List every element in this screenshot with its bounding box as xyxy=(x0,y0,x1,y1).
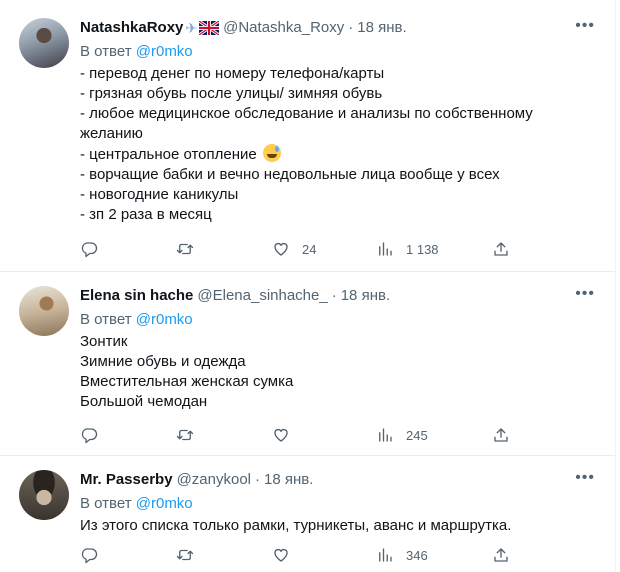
separator-dot: · xyxy=(348,19,354,36)
reply-prefix: В ответ xyxy=(80,311,132,328)
tweet-line: - перевод денег по номеру телефона/карты xyxy=(80,65,385,82)
reply-feed: NatashkaRoxy ✈ @Natashka_Roxy · 18 янв. … xyxy=(0,0,616,572)
views-count: 1 138 xyxy=(406,241,439,257)
tweet-text: Зонтик Зимние обувь и одежда Вместительн… xyxy=(80,332,597,412)
views-button[interactable]: 1 138 xyxy=(376,240,439,258)
author-handle[interactable]: @Elena_sinhache_ xyxy=(197,286,327,306)
action-bar: 24 1 138 xyxy=(80,239,510,259)
tweet-line: - ворчащие бабки и вечно недовольные лиц… xyxy=(80,166,500,183)
airplane-icon: ✈ xyxy=(185,20,198,36)
reply-icon xyxy=(81,428,98,444)
views-button[interactable]: 346 xyxy=(376,546,428,564)
reply-context: В ответ @r0mko xyxy=(80,310,597,330)
tweet-header: NatashkaRoxy ✈ @Natashka_Roxy · 18 янв. … xyxy=(80,18,597,38)
reply-button[interactable] xyxy=(80,546,98,564)
tweet-line: Из этого списка только рамки, турникеты,… xyxy=(80,517,512,534)
share-button[interactable] xyxy=(492,546,510,564)
reply-mention-link[interactable]: @r0mko xyxy=(136,495,193,512)
like-button[interactable]: 24 xyxy=(272,240,316,258)
tweet-line-with-emoji: - центральное отопление xyxy=(80,144,597,165)
retweet-icon xyxy=(176,243,194,255)
action-bar: 346 xyxy=(80,545,510,565)
reply-button[interactable] xyxy=(80,240,98,258)
tweet-item[interactable]: Mr. Passerby @zanykool · 18 янв. ••• В о… xyxy=(0,456,615,572)
more-icon[interactable]: ••• xyxy=(575,470,595,486)
heart-icon xyxy=(274,548,288,562)
tweet-line: - центральное отопление xyxy=(80,146,257,163)
views-button[interactable]: 245 xyxy=(376,426,428,444)
tweet-line: желанию xyxy=(80,125,143,142)
reply-prefix: В ответ xyxy=(80,43,132,60)
tweet-line: - грязная обувь после улицы/ зимняя обув… xyxy=(80,85,383,102)
avatar[interactable] xyxy=(19,18,69,68)
tweet-item[interactable]: Elena sin hache @Elena_sinhache_ · 18 ян… xyxy=(0,272,615,456)
separator-dot: · xyxy=(255,471,260,488)
retweet-icon xyxy=(176,549,194,561)
name-emoji: ✈ xyxy=(185,18,220,38)
views-count: 346 xyxy=(406,547,428,563)
author-name[interactable]: Elena sin hache xyxy=(80,286,193,306)
tweet-line: - зп 2 раза в месяц xyxy=(80,206,212,223)
avatar[interactable] xyxy=(19,470,69,520)
tweet-line: Зимние обувь и одежда xyxy=(80,353,246,370)
uk-flag-icon xyxy=(199,21,220,35)
reply-mention-link[interactable]: @r0mko xyxy=(136,43,193,60)
reply-mention-link[interactable]: @r0mko xyxy=(136,311,193,328)
tweet-line: Зонтик xyxy=(80,333,128,350)
author-name[interactable]: NatashkaRoxy xyxy=(80,18,183,38)
avatar[interactable] xyxy=(19,286,69,336)
author-name[interactable]: Mr. Passerby xyxy=(80,470,173,490)
reply-context: В ответ @r0mko xyxy=(80,42,597,62)
tweet-header: Mr. Passerby @zanykool · 18 янв. ••• xyxy=(80,470,597,490)
like-count: 24 xyxy=(302,241,317,257)
share-button[interactable] xyxy=(492,426,510,444)
heart-icon xyxy=(274,428,288,442)
tweet-line: - любое медицинское обследование и анали… xyxy=(80,105,533,122)
views-count: 245 xyxy=(406,427,428,443)
retweet-button[interactable] xyxy=(176,426,194,444)
heart-icon xyxy=(274,242,288,256)
separator-dot: · xyxy=(331,287,337,304)
tweet-text: Из этого списка только рамки, турникеты,… xyxy=(80,516,597,536)
retweet-button[interactable] xyxy=(176,546,194,564)
share-icon xyxy=(494,428,508,442)
tweet-header: Elena sin hache @Elena_sinhache_ · 18 ян… xyxy=(80,286,597,306)
share-icon xyxy=(494,548,508,562)
tweet-date[interactable]: 18 янв. xyxy=(341,286,390,306)
more-icon[interactable]: ••• xyxy=(575,18,595,34)
reply-icon xyxy=(81,242,98,258)
author-handle[interactable]: @Natashka_Roxy xyxy=(223,18,344,38)
share-button[interactable] xyxy=(492,240,510,258)
reply-button[interactable] xyxy=(80,426,98,444)
tweet-item[interactable]: NatashkaRoxy ✈ @Natashka_Roxy · 18 янв. … xyxy=(0,0,615,272)
tweet-line: Вместительная женская сумка xyxy=(80,373,294,390)
views-icon xyxy=(379,428,392,442)
reply-prefix: В ответ xyxy=(80,495,132,512)
views-icon xyxy=(379,548,392,562)
retweet-button[interactable] xyxy=(176,240,194,258)
views-icon xyxy=(379,242,392,256)
reply-icon xyxy=(81,548,98,564)
tweet-date[interactable]: 18 янв. xyxy=(357,18,406,38)
reply-context: В ответ @r0mko xyxy=(80,494,597,514)
grinning-sweat-emoji-icon xyxy=(262,144,281,162)
retweet-icon xyxy=(176,429,194,441)
more-icon[interactable]: ••• xyxy=(575,286,595,302)
tweet-text: - перевод денег по номеру телефона/карты… xyxy=(80,64,597,225)
like-button[interactable] xyxy=(272,546,290,564)
like-button[interactable] xyxy=(272,426,290,444)
tweet-line: Большой чемодан xyxy=(80,393,208,410)
tweet-date[interactable]: 18 янв. xyxy=(264,470,313,490)
tweet-line: - новогодние каникулы xyxy=(80,186,239,203)
share-icon xyxy=(494,242,508,256)
author-handle[interactable]: @zanykool xyxy=(177,470,251,490)
action-bar: 245 xyxy=(80,425,510,445)
